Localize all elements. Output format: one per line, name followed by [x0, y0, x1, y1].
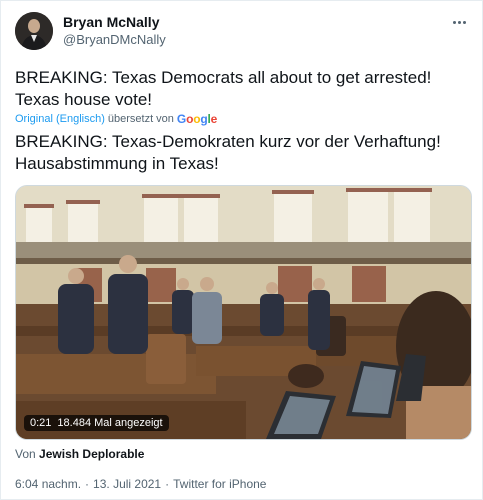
video-source-prefix: Von [15, 447, 36, 461]
tweet-text: BREAKING: Texas Democrats all about to g… [15, 67, 470, 111]
avatar[interactable] [15, 12, 53, 50]
tweet-card: Bryan McNally @BryanDMcNally BREAKING: T… [0, 0, 483, 500]
original-language-link[interactable]: Original (Englisch) [15, 112, 105, 126]
video-view-count: 18.484 Mal angezeigt [57, 417, 163, 429]
video-source: Von Jewish Deplorable [15, 447, 144, 461]
translated-text-line2: Hausabstimmung in Texas! [15, 154, 219, 173]
tweet-time[interactable]: 6:04 nachm. [15, 477, 81, 491]
tweet-client[interactable]: Twitter for iPhone [173, 477, 266, 491]
video-stats-overlay: 0:21 18.484 Mal angezeigt [24, 415, 169, 431]
translated-by-label: übersetzt von [107, 113, 174, 125]
translated-text: BREAKING: Texas-Demokraten kurz vor der … [15, 131, 470, 175]
more-options-icon[interactable] [448, 13, 470, 31]
video-player[interactable]: 0:21 18.484 Mal angezeigt [15, 185, 472, 440]
translation-attribution: Original (Englisch) übersetzt von Google [15, 112, 217, 126]
meta-separator: · [165, 477, 170, 491]
author-handle[interactable]: @BryanDMcNally [63, 32, 166, 47]
tweet-text-line2: Texas house vote! [15, 90, 153, 109]
tweet-text-line1: BREAKING: Texas Democrats all about to g… [15, 68, 432, 87]
author-name[interactable]: Bryan McNally [63, 14, 159, 30]
video-frame [16, 186, 471, 439]
tweet-metadata: 6:04 nachm. · 13. Juli 2021 · Twitter fo… [15, 477, 266, 491]
video-duration: 0:21 [30, 417, 52, 429]
video-source-name[interactable]: Jewish Deplorable [39, 447, 144, 461]
tweet-date[interactable]: 13. Juli 2021 [93, 477, 161, 491]
translated-text-line1: BREAKING: Texas-Demokraten kurz vor der … [15, 132, 441, 151]
meta-separator: · [85, 477, 90, 491]
google-logo: Google [176, 112, 218, 126]
